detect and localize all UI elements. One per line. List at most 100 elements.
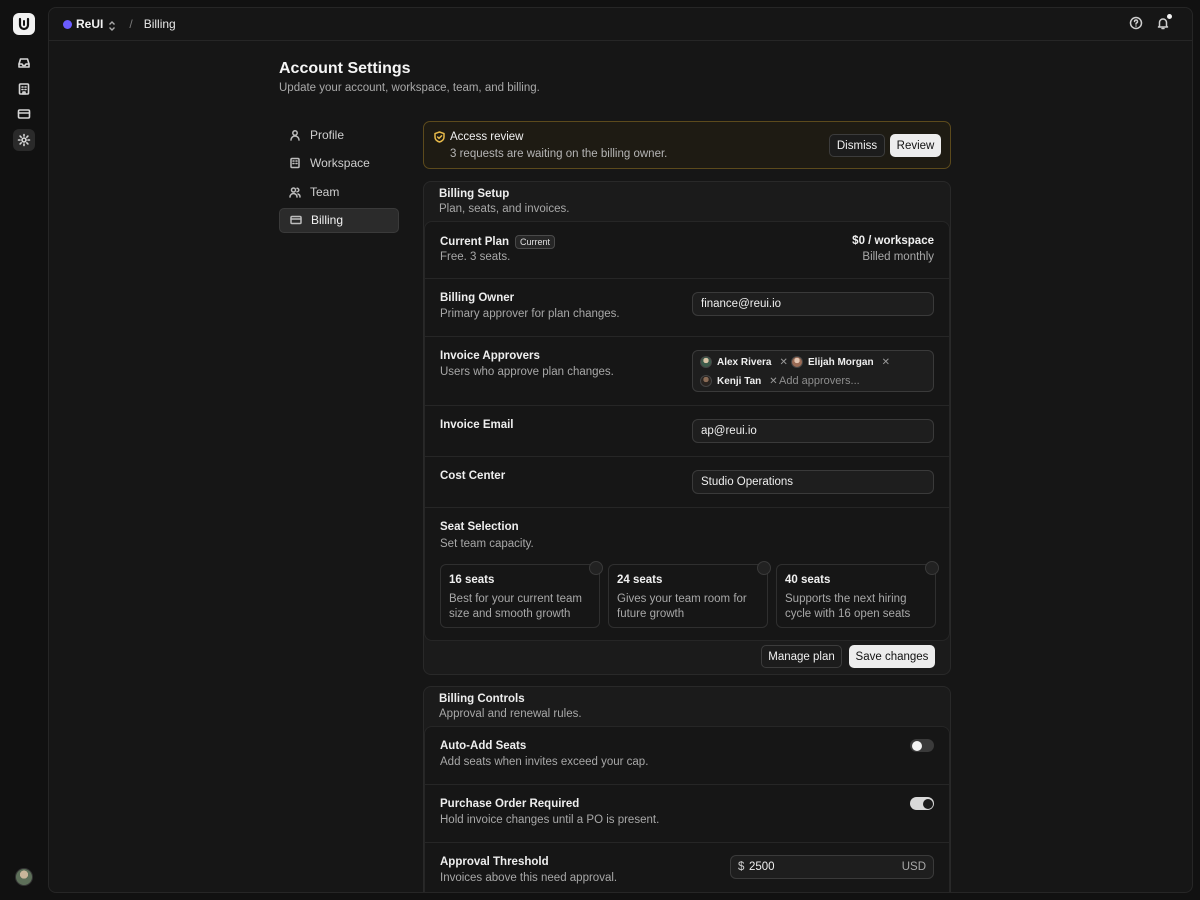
billing-setup-header: Billing Setup Plan, seats, and invoices. bbox=[424, 182, 950, 222]
nav-item-workspace[interactable]: Workspace bbox=[279, 151, 399, 176]
avatar bbox=[791, 356, 803, 368]
current-plan-row: Current Plan Current Free. 3 seats. $0 / … bbox=[425, 222, 949, 279]
seat-option-16[interactable]: 16 seats Best for your current team size… bbox=[440, 561, 603, 628]
top-actions bbox=[1129, 14, 1172, 30]
avatar bbox=[700, 375, 712, 387]
gear-icon bbox=[17, 133, 31, 147]
auto-add-seats-row: Auto-Add Seats Add seats when invites ex… bbox=[425, 727, 949, 785]
current-plan-title: Current Plan bbox=[440, 236, 510, 248]
user-avatar[interactable] bbox=[15, 868, 33, 886]
row-title: Purchase Order Required bbox=[440, 798, 580, 810]
avatar bbox=[700, 356, 712, 368]
billing-controls-body: Auto-Add Seats Add seats when invites ex… bbox=[424, 726, 950, 892]
workspace-dot-icon bbox=[63, 19, 72, 29]
radio-button[interactable] bbox=[757, 561, 771, 575]
rail-settings-button[interactable] bbox=[13, 129, 35, 151]
currency-unit: USD bbox=[901, 861, 926, 873]
close-icon[interactable]: ✕ bbox=[779, 357, 787, 368]
rail-building-button[interactable] bbox=[13, 78, 35, 100]
nav-item-profile[interactable]: Profile bbox=[279, 122, 399, 147]
bell-icon[interactable] bbox=[1156, 14, 1172, 30]
review-button[interactable]: Review bbox=[890, 134, 941, 157]
shield-check-icon bbox=[434, 131, 445, 143]
row-title: Current Plan Current bbox=[440, 235, 556, 249]
invoice-email-input[interactable]: ap@reui.io bbox=[692, 419, 934, 443]
nav-item-team[interactable]: Team bbox=[279, 179, 399, 204]
billing-controls-card: Billing Controls Approval and renewal ru… bbox=[423, 686, 951, 892]
nav-item-label: Workspace bbox=[310, 156, 370, 170]
row-description: Primary approver for plan changes. bbox=[440, 308, 620, 320]
row-description: Invoices above this need approval. bbox=[440, 872, 618, 884]
seat-option-40[interactable]: 40 seats Supports the next hiring cycle … bbox=[776, 561, 939, 628]
seat-option-description: Gives your team room for future growth bbox=[617, 593, 747, 620]
seat-option-title: 16 seats bbox=[449, 574, 495, 586]
approvers-placeholder[interactable]: Add approvers... bbox=[779, 375, 860, 387]
row-title: Auto-Add Seats bbox=[440, 740, 527, 752]
toggle-knob bbox=[911, 740, 922, 751]
building-icon bbox=[18, 83, 30, 95]
alert-title: Access review bbox=[450, 131, 524, 143]
row-title: Invoice Email bbox=[440, 419, 514, 431]
close-icon[interactable]: ✕ bbox=[769, 376, 777, 387]
chevron-up-down-icon[interactable] bbox=[108, 19, 116, 31]
save-changes-button[interactable]: Save changes bbox=[849, 645, 935, 668]
billing-controls-header: Billing Controls Approval and renewal ru… bbox=[424, 687, 950, 727]
nav-item-billing[interactable]: Billing bbox=[279, 207, 399, 233]
top-bar: ReUI / Billing bbox=[49, 8, 1192, 41]
billing-setup-card: Billing Setup Plan, seats, and invoices.… bbox=[423, 181, 951, 675]
billing-owner-input[interactable]: finance@reui.io bbox=[692, 292, 934, 316]
tag-label: Alex Rivera bbox=[717, 356, 772, 368]
po-required-toggle[interactable] bbox=[910, 797, 934, 810]
status-badge: Current bbox=[515, 235, 556, 249]
approver-tag: Alex Rivera ✕ bbox=[700, 356, 788, 368]
invoice-email-row: Invoice Email ap@reui.io bbox=[425, 406, 949, 457]
toggle-knob bbox=[922, 798, 933, 809]
rail-inbox-button[interactable] bbox=[13, 52, 35, 74]
breadcrumb-current[interactable]: Billing bbox=[144, 17, 176, 31]
cost-center-input[interactable]: Studio Operations bbox=[692, 470, 934, 494]
tag-label: Elijah Morgan bbox=[808, 356, 874, 368]
seat-option-description: Supports the next hiring cycle with 16 o… bbox=[785, 593, 911, 620]
card-description: Plan, seats, and invoices. bbox=[439, 203, 570, 215]
app-rail bbox=[0, 0, 48, 900]
radio-button[interactable] bbox=[925, 561, 939, 575]
credit-card-icon bbox=[17, 109, 31, 119]
approval-threshold-row: Approval Threshold Invoices above this n… bbox=[425, 843, 949, 892]
page-title: Account Settings bbox=[279, 60, 411, 77]
plan-price: $0 / workspace bbox=[852, 235, 934, 247]
radio-button[interactable] bbox=[589, 561, 603, 575]
po-required-row: Purchase Order Required Hold invoice cha… bbox=[425, 785, 949, 843]
row-title: Seat Selection bbox=[440, 521, 519, 533]
tag-label: Kenji Tan bbox=[717, 375, 762, 387]
settings-nav: Profile Workspace Team Billing bbox=[279, 122, 399, 236]
close-icon[interactable]: ✕ bbox=[882, 357, 890, 368]
approval-threshold-input[interactable]: $ 2500 USD bbox=[730, 855, 934, 879]
nav-item-label: Billing bbox=[311, 213, 344, 227]
page-subtitle: Update your account, workspace, team, an… bbox=[279, 82, 540, 94]
currency-symbol: $ bbox=[738, 861, 745, 873]
invoice-approvers-row: Invoice Approvers Users who approve plan… bbox=[425, 337, 949, 406]
approvers-input[interactable]: Alex Rivera ✕ Elijah Morgan ✕ Kenji Tan … bbox=[692, 350, 934, 392]
auto-add-seats-toggle[interactable] bbox=[910, 739, 934, 752]
row-description: Hold invoice changes until a PO is prese… bbox=[440, 814, 660, 826]
app-logo[interactable] bbox=[13, 13, 35, 35]
user-icon bbox=[290, 129, 300, 141]
breadcrumb-separator: / bbox=[129, 17, 133, 31]
access-review-alert: Access review 3 requests are waiting on … bbox=[423, 121, 951, 169]
row-description: Add seats when invites exceed your cap. bbox=[440, 756, 649, 768]
manage-plan-button[interactable]: Manage plan bbox=[761, 645, 842, 668]
row-description: Users who approve plan changes. bbox=[440, 366, 614, 378]
help-icon[interactable] bbox=[1129, 16, 1143, 30]
main-panel: ReUI / Billing Account Settings Update y… bbox=[48, 7, 1193, 893]
seat-option-description: Best for your current team size and smoo… bbox=[449, 593, 582, 620]
cost-center-row: Cost Center Studio Operations bbox=[425, 457, 949, 508]
seat-option-24[interactable]: 24 seats Gives your team room for future… bbox=[608, 561, 771, 628]
rail-billing-button[interactable] bbox=[13, 103, 35, 125]
logo-icon bbox=[18, 17, 30, 31]
workspace-switcher[interactable]: ReUI bbox=[76, 17, 103, 31]
billing-owner-row: Billing Owner Primary approver for plan … bbox=[425, 279, 949, 337]
threshold-value[interactable]: 2500 bbox=[749, 861, 775, 873]
dismiss-button[interactable]: Dismiss bbox=[829, 134, 885, 157]
row-title: Invoice Approvers bbox=[440, 350, 540, 362]
credit-card-icon bbox=[290, 215, 302, 225]
